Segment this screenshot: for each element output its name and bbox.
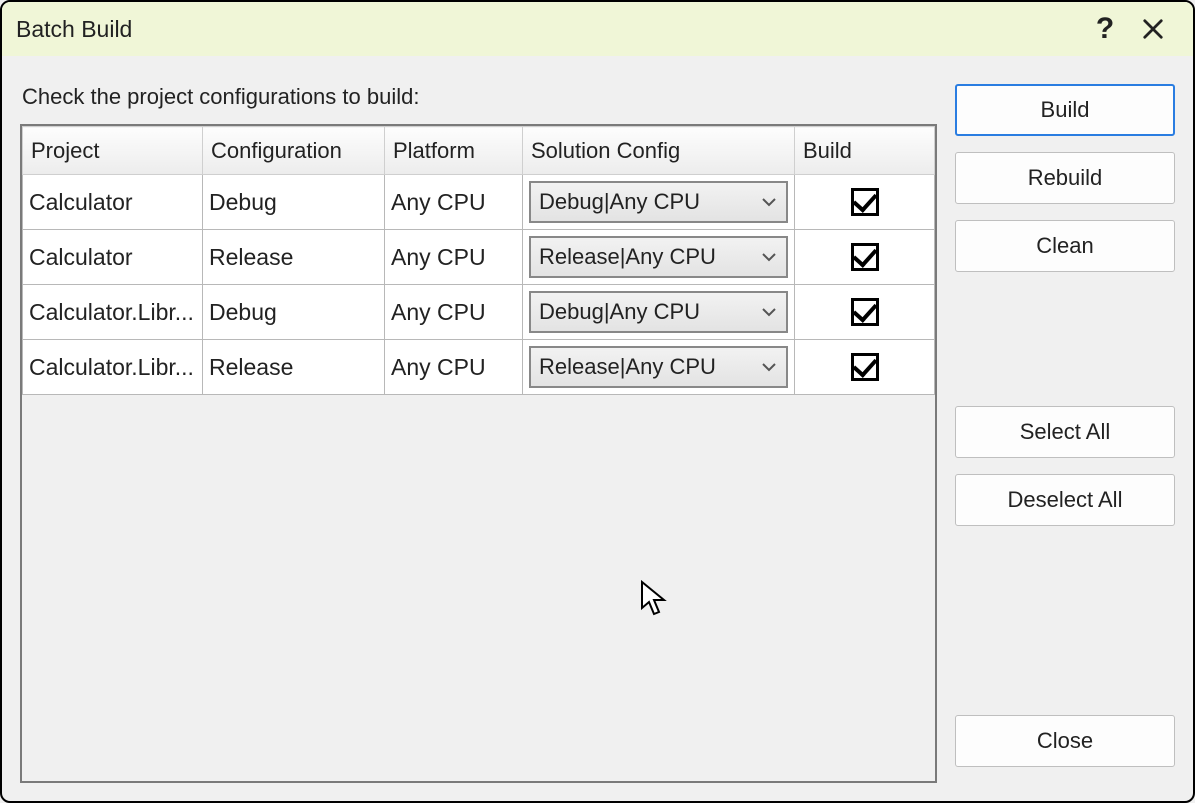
- dropdown-label: Debug|Any CPU: [539, 189, 760, 215]
- select-all-button[interactable]: Select All: [955, 406, 1175, 458]
- cell-platform: Any CPU: [385, 285, 523, 340]
- cell-platform: Any CPU: [385, 175, 523, 230]
- col-header-solution-config[interactable]: Solution Config: [523, 127, 795, 175]
- cell-configuration: Release: [203, 340, 385, 395]
- rebuild-button[interactable]: Rebuild: [955, 152, 1175, 204]
- table-row: Calculator.Libr... Debug Any CPU Debug|A…: [23, 285, 935, 340]
- help-icon[interactable]: ?: [1081, 12, 1129, 46]
- clean-button[interactable]: Clean: [955, 220, 1175, 272]
- cell-platform: Any CPU: [385, 340, 523, 395]
- build-button[interactable]: Build: [955, 84, 1175, 136]
- solution-config-dropdown[interactable]: Release|Any CPU: [529, 236, 788, 278]
- build-checkbox[interactable]: [851, 353, 879, 381]
- dropdown-label: Debug|Any CPU: [539, 299, 760, 325]
- instruction-label: Check the project configurations to buil…: [20, 84, 937, 110]
- close-icon[interactable]: [1129, 18, 1177, 40]
- cell-configuration: Debug: [203, 285, 385, 340]
- cell-build: [795, 230, 935, 285]
- cell-solution-config: Release|Any CPU: [523, 230, 795, 285]
- close-button[interactable]: Close: [955, 715, 1175, 767]
- right-button-panel: Build Rebuild Clean Select All Deselect …: [955, 84, 1175, 783]
- deselect-all-button[interactable]: Deselect All: [955, 474, 1175, 526]
- build-checkbox[interactable]: [851, 188, 879, 216]
- col-header-project[interactable]: Project: [23, 127, 203, 175]
- chevron-down-icon: [760, 307, 778, 317]
- config-grid: Project Configuration Platform Solution …: [20, 124, 937, 783]
- cell-build: [795, 285, 935, 340]
- titlebar: Batch Build ?: [2, 2, 1193, 56]
- batch-build-dialog: Batch Build ? Check the project configur…: [0, 0, 1195, 803]
- chevron-down-icon: [760, 252, 778, 262]
- table-row: Calculator Debug Any CPU Debug|Any CPU: [23, 175, 935, 230]
- cell-platform: Any CPU: [385, 230, 523, 285]
- build-checkbox[interactable]: [851, 243, 879, 271]
- cell-solution-config: Debug|Any CPU: [523, 285, 795, 340]
- cell-configuration: Debug: [203, 175, 385, 230]
- cell-solution-config: Release|Any CPU: [523, 340, 795, 395]
- dropdown-label: Release|Any CPU: [539, 354, 760, 380]
- chevron-down-icon: [760, 197, 778, 207]
- dropdown-label: Release|Any CPU: [539, 244, 760, 270]
- cell-build: [795, 340, 935, 395]
- cell-build: [795, 175, 935, 230]
- cell-configuration: Release: [203, 230, 385, 285]
- cell-project: Calculator: [23, 230, 203, 285]
- dialog-body: Check the project configurations to buil…: [2, 56, 1193, 801]
- col-header-platform[interactable]: Platform: [385, 127, 523, 175]
- solution-config-dropdown[interactable]: Debug|Any CPU: [529, 181, 788, 223]
- col-header-configuration[interactable]: Configuration: [203, 127, 385, 175]
- table-row: Calculator Release Any CPU Release|Any C…: [23, 230, 935, 285]
- chevron-down-icon: [760, 362, 778, 372]
- build-checkbox[interactable]: [851, 298, 879, 326]
- cell-project: Calculator.Libr...: [23, 285, 203, 340]
- dialog-title: Batch Build: [16, 16, 1081, 43]
- solution-config-dropdown[interactable]: Debug|Any CPU: [529, 291, 788, 333]
- table-header-row: Project Configuration Platform Solution …: [23, 127, 935, 175]
- cell-solution-config: Debug|Any CPU: [523, 175, 795, 230]
- cell-project: Calculator.Libr...: [23, 340, 203, 395]
- left-panel: Check the project configurations to buil…: [20, 84, 937, 783]
- col-header-build[interactable]: Build: [795, 127, 935, 175]
- table-row: Calculator.Libr... Release Any CPU Relea…: [23, 340, 935, 395]
- cell-project: Calculator: [23, 175, 203, 230]
- solution-config-dropdown[interactable]: Release|Any CPU: [529, 346, 788, 388]
